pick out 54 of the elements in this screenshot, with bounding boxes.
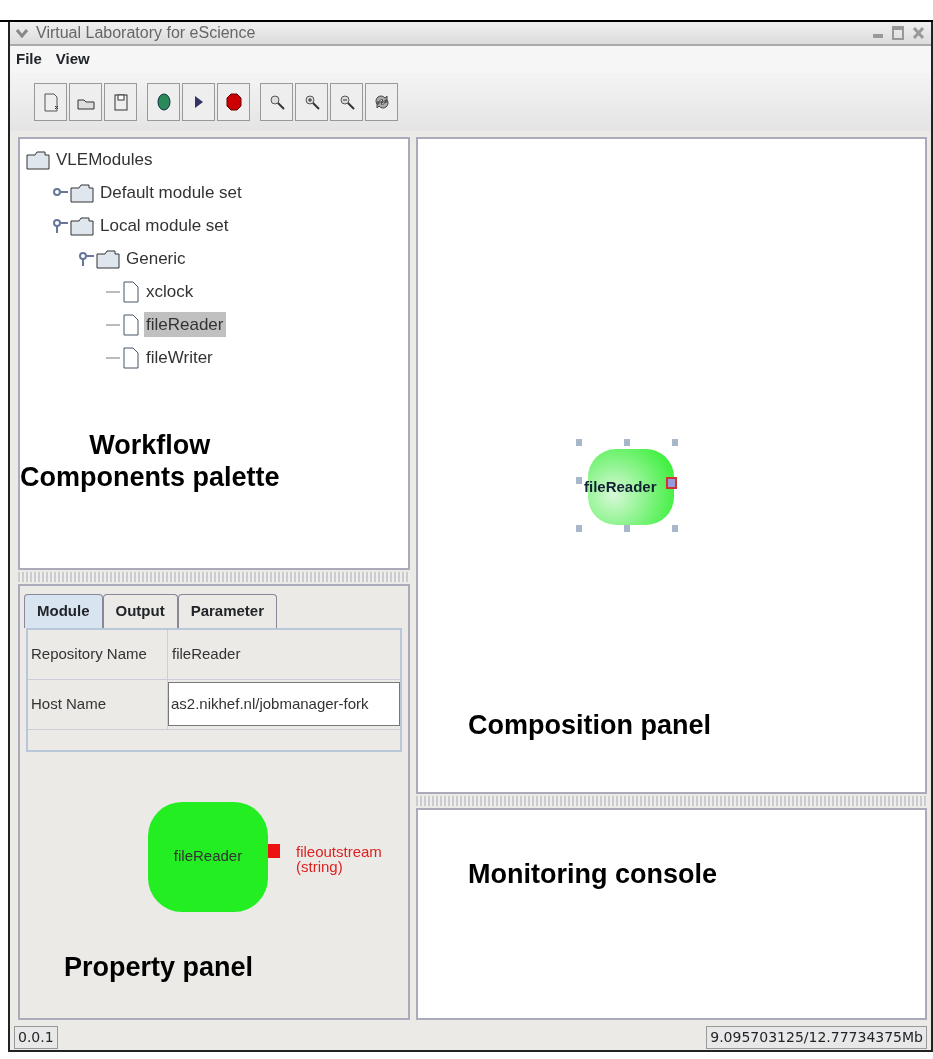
property-value: fileReader xyxy=(171,643,242,664)
folder-icon xyxy=(70,182,94,203)
document-icon xyxy=(122,313,140,336)
maximize-icon[interactable] xyxy=(892,26,904,40)
annotation-label: Composition panel xyxy=(468,709,711,742)
expanded-handle-icon[interactable] xyxy=(52,217,70,234)
window-menu-icon[interactable] xyxy=(16,28,28,38)
memory-usage-text: 9.095703125/12.77734375Mb xyxy=(706,1025,927,1049)
refresh-button[interactable] xyxy=(365,83,398,121)
property-label: Repository Name xyxy=(28,629,168,679)
menu-item[interactable]: File xyxy=(16,48,42,71)
document-icon xyxy=(122,346,140,369)
stop-button[interactable] xyxy=(217,83,250,121)
folder-button[interactable] xyxy=(69,83,102,121)
annotation-label: Property panel xyxy=(64,951,254,984)
port-label: fileoutstream (string) xyxy=(296,843,382,875)
close-icon[interactable] xyxy=(912,26,925,40)
tree-line-icon xyxy=(106,323,120,326)
zoom-in-button[interactable] xyxy=(295,83,328,121)
play-button[interactable] xyxy=(182,83,215,121)
tree-item[interactable]: fileWriter xyxy=(144,344,215,371)
module-node: fileReader xyxy=(148,801,268,912)
magnifier-button[interactable] xyxy=(260,83,293,121)
tree-line-icon xyxy=(106,356,120,359)
stop-icon xyxy=(223,92,244,112)
tree-item[interactable]: Default module set xyxy=(98,179,244,206)
zoom-out-button[interactable] xyxy=(330,83,363,121)
splitter-handle[interactable] xyxy=(416,796,927,806)
tree-item[interactable]: Generic xyxy=(124,245,188,272)
save-button[interactable] xyxy=(104,83,137,121)
document-icon xyxy=(122,280,140,303)
folder-icon xyxy=(26,149,50,170)
new-document-button[interactable] xyxy=(34,83,67,121)
folder-icon xyxy=(96,248,120,269)
annotation-label: Workflow Components palette xyxy=(20,429,280,494)
version-text: 0.0.1 xyxy=(14,1025,58,1049)
tab[interactable]: Module xyxy=(24,594,103,628)
tree-item[interactable]: fileReader xyxy=(144,311,226,338)
tab[interactable]: Output xyxy=(102,594,178,628)
tab[interactable]: Parameter xyxy=(177,594,278,628)
tree-item[interactable]: xclock xyxy=(144,278,196,305)
tree-item[interactable]: VLEModules xyxy=(54,146,155,173)
window-title: Virtual Laboratory for eScience xyxy=(36,23,256,43)
tree-line-icon xyxy=(106,290,120,293)
expanded-handle-icon[interactable] xyxy=(78,250,96,267)
menu-item[interactable]: View xyxy=(55,48,90,71)
play-icon xyxy=(193,95,204,109)
tree-item[interactable]: Local module set xyxy=(98,212,231,239)
splitter-handle[interactable] xyxy=(18,572,410,582)
annotation-label: Monitoring console xyxy=(468,858,717,891)
property-field[interactable]: as2.nikhef.nl/jobmanager-fork xyxy=(168,681,400,726)
output-port-icon xyxy=(268,843,280,858)
globe-button[interactable] xyxy=(147,83,180,121)
folder-icon xyxy=(70,215,94,236)
